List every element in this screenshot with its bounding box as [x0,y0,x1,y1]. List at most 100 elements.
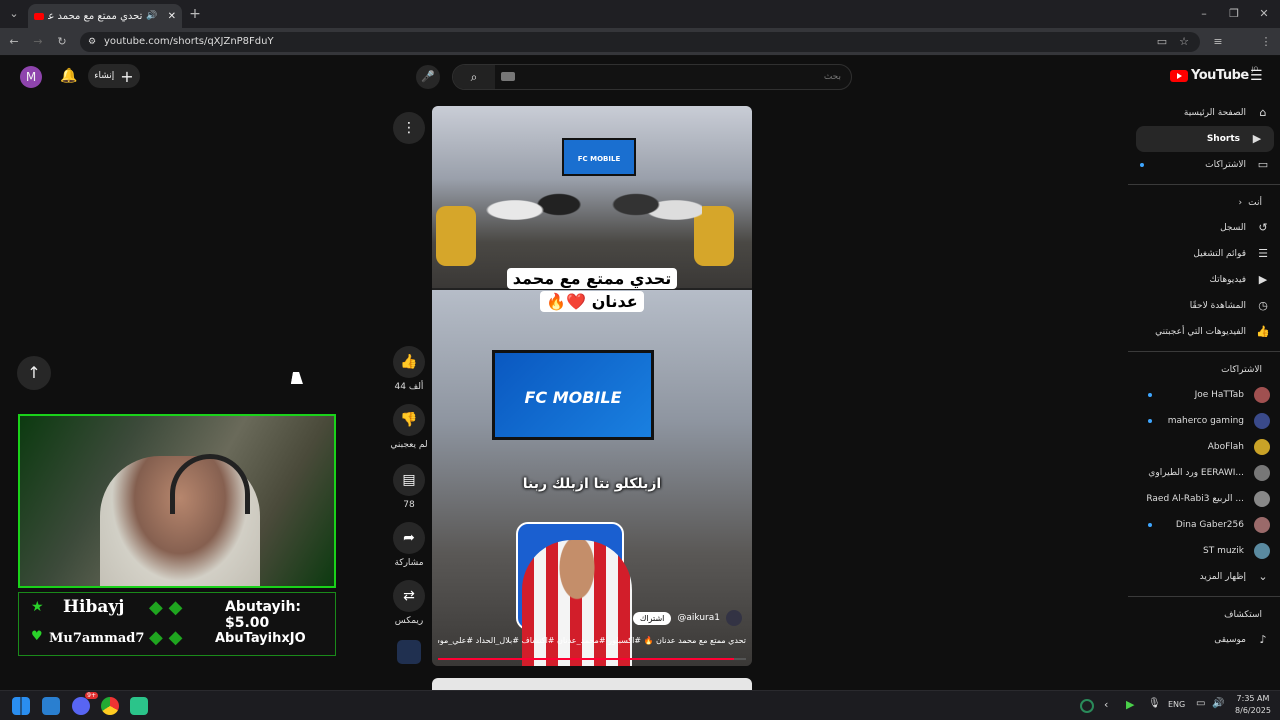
minimize-icon[interactable]: – [1196,6,1212,22]
forward-icon[interactable]: → [30,34,46,50]
subscription-item[interactable]: Joe HaTTab [1128,382,1280,408]
subscription-item[interactable]: AboFlah [1128,434,1280,460]
channel-handle[interactable]: @aikura1 [677,613,720,623]
tray-mic-icon[interactable]: 🎙 [1148,698,1161,709]
language-indicator[interactable]: ENG [1168,700,1185,709]
tray-back-icon[interactable]: ‹ [1104,698,1108,711]
app-icon[interactable] [130,697,148,715]
tray-app-icon[interactable] [1080,699,1094,713]
comments-button[interactable]: ▤ [393,464,425,496]
clock[interactable]: 7:35 AM 8/6/2025 [1230,693,1276,717]
remix-button[interactable]: ⇄ [393,580,425,612]
keyboard-icon[interactable] [501,72,515,81]
subscription-item[interactable]: maherco gaming [1128,408,1280,434]
clock-time: 7:35 AM [1236,694,1270,703]
dislike-label: لم يعجبني [390,440,428,450]
search-button[interactable]: ⌕ [453,65,495,89]
thumbs-down-icon: 👎 [400,412,418,428]
music-icon: ♪ [1259,633,1267,646]
site-info-icon[interactable]: ⚙ [88,32,96,52]
microphone-icon: 🎤 [421,70,435,83]
browser-tab[interactable]: تحدي ممتع مع محمد عدنان 🔊 ✕ [28,4,182,28]
reload-icon[interactable]: ↻ [54,34,70,50]
channel-avatar[interactable] [726,610,742,626]
search-icon: ⌕ [470,70,478,84]
sidebar-item-watch-later[interactable]: المشاهدة لاحقًا ◷ [1128,293,1280,319]
create-button[interactable]: إنشاء + [88,64,140,88]
search-input[interactable] [541,68,841,86]
restore-icon[interactable]: ❐ [1226,6,1242,22]
youtube-logo[interactable]: YouTube JO [1170,66,1258,83]
comment-icon: ▤ [402,472,416,488]
sidebar-item-home[interactable]: الصفحة الرئيسية ⌂ [1128,100,1280,126]
sidebar-item-music[interactable]: موسيقى ♪ [1128,627,1280,653]
volume-icon[interactable]: 🔊 [1212,698,1224,709]
progress-bar[interactable] [438,658,746,660]
progress-fill [438,658,734,660]
sidebar-item-label: Shorts [1206,134,1240,144]
sidebar-item-your-videos[interactable]: فيديوهاتك ▶ [1128,267,1280,293]
sidebar-item-subscriptions[interactable]: الاشتراكات ▭ [1128,152,1280,178]
subscription-item[interactable]: ST muzik [1128,538,1280,564]
channel-row: @aikura1 اشتراك [632,610,742,626]
sidebar-item-shorts[interactable]: Shorts ▶ [1136,126,1274,152]
close-window-icon[interactable]: ✕ [1256,6,1272,22]
share-button[interactable]: ➦ [393,522,425,554]
show-more-button[interactable]: إظهار المزيد ⌄ [1128,564,1280,590]
user-avatar[interactable]: M [20,66,42,88]
channel-avatar [1254,439,1270,455]
video-top-scene: FC MOBILE [432,106,752,288]
sound-avatar[interactable] [397,640,421,664]
chrome-icon[interactable] [101,697,119,715]
back-icon[interactable]: ← [6,34,22,50]
windows-start-icon[interactable] [12,697,30,715]
arrow-up-icon: ↑ [27,363,41,382]
subscribe-button[interactable]: اشتراك [632,611,672,625]
tab-search-icon[interactable]: ⌄ [6,6,22,22]
url-field[interactable]: ⚙ youtube.com/shorts/qXJZnP8FduY [80,32,1200,52]
new-tab-icon[interactable]: + [187,6,203,22]
next-short-preview[interactable] [432,678,752,690]
diamond-decor-icon: ◆ ◆ [149,627,183,648]
people-silhouettes [482,166,702,276]
liked-videos-icon: 👍 [1256,325,1270,338]
subscription-item[interactable]: Raed Al-Rabi3 الربيع ... [1128,486,1280,512]
subscription-name: maherco gaming [1167,416,1244,426]
channel-avatar [1254,387,1270,403]
browser-menu-icon[interactable]: ⋮ [1258,34,1274,50]
search-box[interactable]: ⌕ [452,64,852,90]
sidebar-divider [1128,596,1280,597]
you-heading[interactable]: › أنت [1128,191,1280,215]
short-video-player[interactable]: FC MOBILE تحدي ممتع مع محمد عدنان ❤️🔥 FC… [432,106,752,666]
more-options-button[interactable]: ⋮ [393,112,425,144]
file-explorer-icon[interactable] [42,697,60,715]
network-icon[interactable]: ▭ [1196,698,1205,709]
sidebar-divider [1128,351,1280,352]
short-description[interactable]: تحدي ممتع مع محمد عدنان 🔥 #اكسبلور #محمد… [438,636,746,645]
dislike-button[interactable]: 👎 [393,404,425,436]
cast-icon[interactable]: ▭ [1154,34,1170,50]
notifications-bell-icon[interactable]: 🔔 [60,68,77,84]
bookmark-star-icon[interactable]: ☆ [1176,34,1192,50]
media-controls-icon[interactable]: ≡ [1210,34,1226,50]
sidebar-item-history[interactable]: السجل ↺ [1128,215,1280,241]
speaker-icon[interactable]: 🔊 [146,11,157,21]
playlists-icon: ☰ [1258,247,1268,260]
close-tab-icon[interactable]: ✕ [168,11,176,22]
star-icon: ★ [31,599,44,615]
previous-short-button[interactable]: ↑ [17,356,51,390]
guide-menu-icon[interactable]: ☰ [1250,68,1263,84]
plus-icon: + [120,66,134,86]
subscription-item[interactable]: ورد الطيراوي EERAWI... [1128,460,1280,486]
remix-icon: ⇄ [403,588,415,604]
tray-play-icon[interactable]: ▶ [1126,698,1134,711]
discord-icon[interactable]: 9+ [72,692,98,715]
like-button[interactable]: 👍 [393,346,425,378]
channel-avatar [1254,465,1270,481]
sidebar-item-label: المشاهدة لاحقًا [1189,301,1246,311]
sidebar-item-liked-videos[interactable]: الفيديوهات التي أعجبتني 👍 [1128,319,1280,345]
subscription-item[interactable]: Dina Gaber256 [1128,512,1280,538]
channel-avatar [1254,413,1270,429]
sidebar-item-playlists[interactable]: قوائم التشغيل ☰ [1128,241,1280,267]
voice-search-button[interactable]: 🎤 [416,65,440,89]
